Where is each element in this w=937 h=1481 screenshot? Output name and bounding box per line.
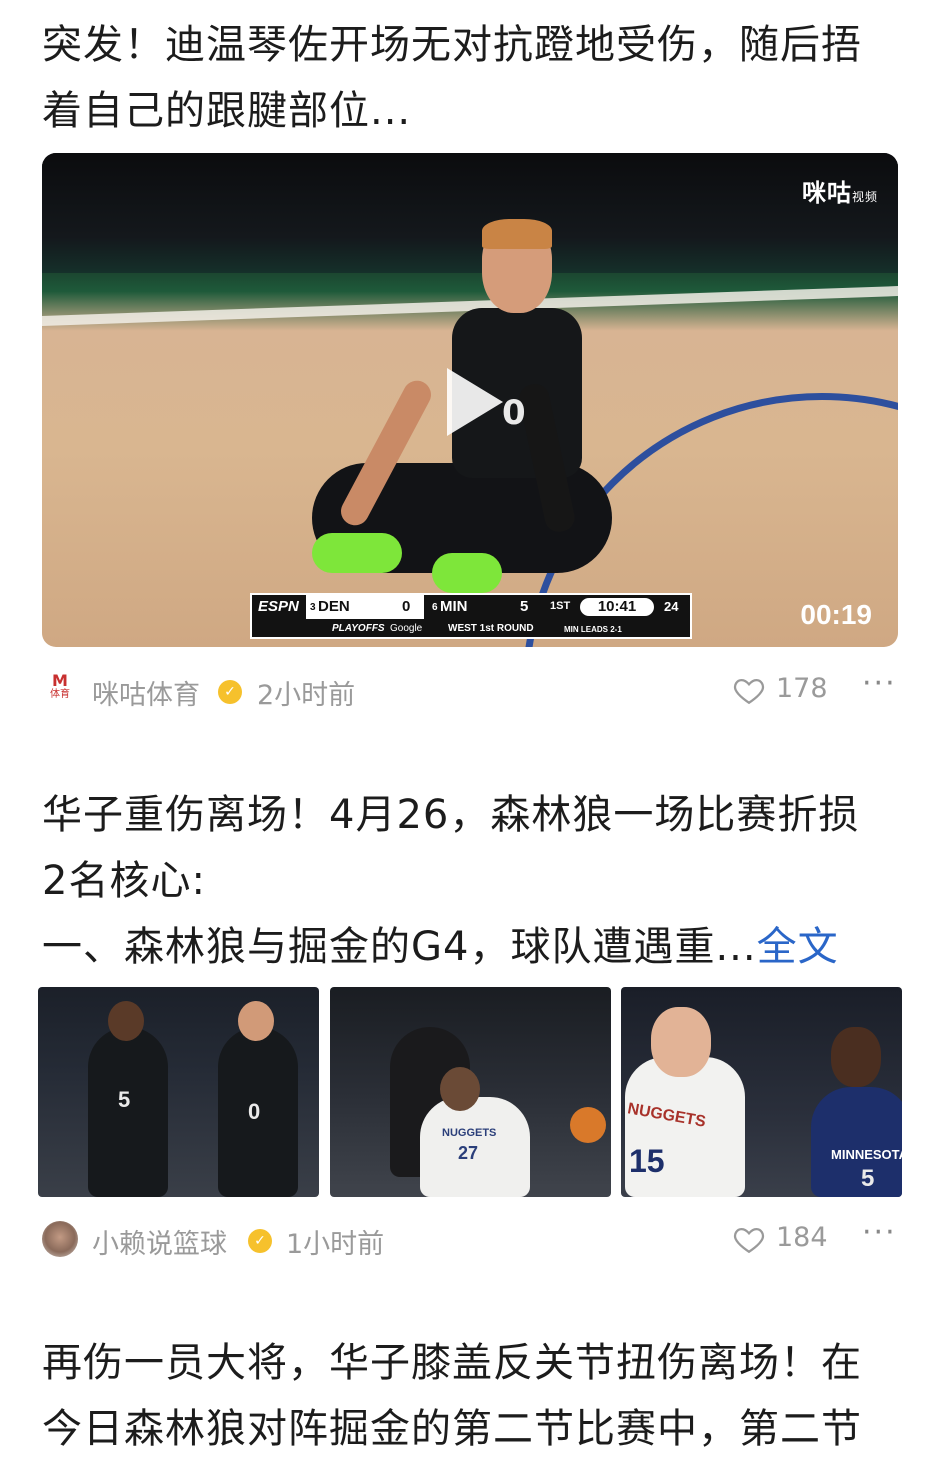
playoffs-logo: PLAYOFFS	[332, 623, 385, 634]
series-status: MIN LEADS 2-1	[564, 625, 622, 634]
title-line: 华子重伤离场！4月26，森林狼一场比赛折损	[42, 792, 860, 838]
scorebug: ESPN 3 DEN 0 6 MIN 5 1ST 10:41 24 PLAYOF…	[250, 593, 692, 639]
verified-badge-icon: ✓	[218, 680, 242, 704]
post-time: 1小时前	[286, 1229, 385, 1260]
post-title[interactable]: 华子重伤离场！4月26，森林狼一场比赛折损 2名核心: 一、森林狼与掘金的G4，…	[42, 782, 902, 980]
source-avatar[interactable]: M 体育	[42, 672, 78, 708]
read-more-link[interactable]: 全文	[757, 924, 839, 970]
title-line: 着自己的跟腱部位...	[42, 88, 412, 134]
source-avatar[interactable]	[42, 1221, 78, 1257]
more-options-icon[interactable]: ···	[862, 1215, 897, 1250]
game-clock: 10:41	[580, 598, 654, 616]
image-thumbnail[interactable]: 5 0	[38, 987, 319, 1197]
like-heart-icon[interactable]	[732, 1222, 766, 1256]
away-seed: 3	[310, 602, 316, 613]
verified-badge-icon: ✓	[248, 1229, 272, 1253]
video-duration: 00:19	[800, 599, 872, 630]
post-meta: 小赖说篮球 ✓ 1小时前 184 ···	[42, 1215, 902, 1261]
source-name[interactable]: 小赖说篮球	[92, 1222, 227, 1261]
image-thumbnail[interactable]: NUGGETS 15 MINNESOTA 5	[621, 987, 902, 1197]
post-title[interactable]: 再伤一员大将，华子膝盖反关节扭伤离场！在 今日森林狼对阵掘金的第二节比赛中，第二…	[42, 1330, 902, 1462]
image-thumbnail[interactable]: NUGGETS 27	[330, 987, 611, 1197]
sponsor: Google	[390, 623, 423, 634]
away-score: 0	[402, 598, 411, 615]
post-meta: M 体育 咪咕体育 ✓ 2小时前 178 ···	[42, 666, 902, 712]
like-count: 184	[776, 1222, 828, 1253]
period: 1ST	[550, 600, 571, 612]
network-logo: ESPN	[258, 598, 299, 615]
title-line: 突发！迪温琴佐开场无对抗蹬地受伤，随后捂	[42, 22, 862, 68]
post-time: 2小时前	[257, 680, 356, 711]
series-round: WEST 1st ROUND	[448, 623, 534, 634]
title-line: 2名核心:	[42, 858, 206, 904]
away-team: DEN	[318, 598, 350, 615]
shot-clock: 24	[664, 599, 679, 614]
title-line: 今日森林狼对阵掘金的第二节比赛中，第二节	[42, 1406, 862, 1452]
title-line: 一、森林狼与掘金的G4，球队遭遇重...全文	[42, 924, 839, 970]
like-heart-icon[interactable]	[732, 673, 766, 707]
home-seed: 6	[432, 602, 438, 613]
migu-logo: 咪咕视频	[801, 179, 878, 207]
image-grid: 5 0 NUGGETS 27 NUGGETS 15 MINNESOTA 5	[38, 987, 902, 1197]
play-icon[interactable]	[447, 368, 503, 436]
home-score: 5	[520, 598, 529, 615]
like-count: 178	[776, 673, 828, 704]
source-name[interactable]: 咪咕体育	[92, 673, 200, 712]
post-title[interactable]: 突发！迪温琴佐开场无对抗蹬地受伤，随后捂 着自己的跟腱部位...	[42, 12, 902, 144]
title-line: 再伤一员大将，华子膝盖反关节扭伤离场！在	[42, 1340, 862, 1386]
video-player[interactable]: 0 咪咕视频 ESPN 3 DEN 0 6 MIN 5 1ST 10:41 24	[42, 153, 898, 647]
home-team: MIN	[440, 598, 468, 615]
more-options-icon[interactable]: ···	[862, 666, 897, 701]
